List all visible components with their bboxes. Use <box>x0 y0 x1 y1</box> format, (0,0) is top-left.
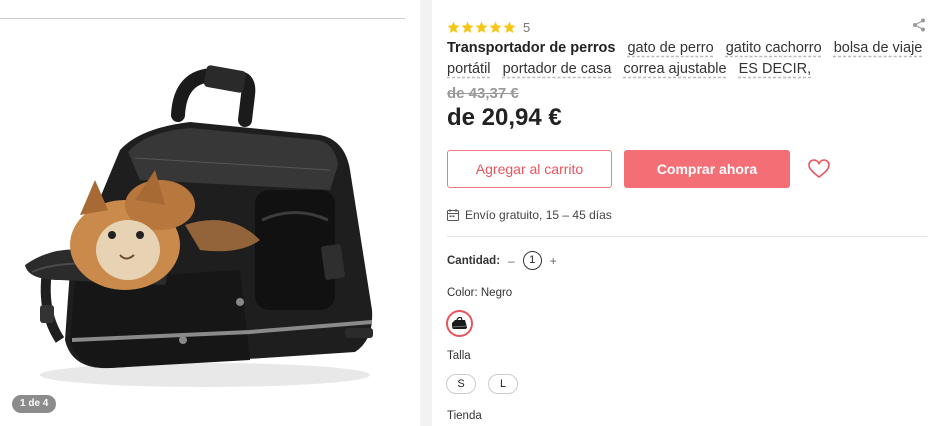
size-label: Talla <box>447 350 471 362</box>
black-carrier-bag-swatch-icon <box>451 317 468 329</box>
product-rating[interactable]: 5 <box>447 20 530 35</box>
image-page-indicator: 1 de 4 <box>12 395 57 413</box>
rating-count[interactable]: 5 <box>523 20 530 35</box>
buy-now-button[interactable]: Comprar ahora <box>624 150 790 188</box>
shipping-text: Envío gratuito, 15 – 45 días <box>465 208 612 222</box>
gallery-top-divider <box>0 18 405 19</box>
current-price: de 20,94 € <box>447 104 562 131</box>
section-divider <box>447 236 927 237</box>
color-label: Color: Negro <box>447 287 513 299</box>
quantity-value[interactable]: 1 <box>522 251 542 270</box>
star-icon <box>475 21 488 33</box>
star-icon <box>503 21 516 33</box>
size-option-s[interactable]: S <box>446 374 476 394</box>
color-swatch-negro[interactable] <box>446 310 473 337</box>
shipping-info: Envío gratuito, 15 – 45 días <box>447 208 612 222</box>
product-info-panel: 5 Transportador de perros gato de perro … <box>432 0 934 426</box>
quantity-stepper: Cantidad: – 1 + <box>447 251 565 270</box>
store-label: Tienda <box>447 410 482 422</box>
product-gallery: 1 de 4 <box>0 0 420 426</box>
share-icon[interactable] <box>912 18 926 32</box>
calendar-icon <box>447 209 459 221</box>
heart-icon[interactable] <box>808 159 830 179</box>
product-page: 1 de 4 5 Transportador de perros gato de… <box>0 0 934 426</box>
add-to-cart-button[interactable]: Agregar al carrito <box>447 150 612 188</box>
quantity-decrease-button[interactable]: – <box>508 254 515 268</box>
title-tag[interactable]: gatito cachorro <box>726 40 822 56</box>
title-tag[interactable]: correa ajustable <box>623 61 726 77</box>
size-option-l[interactable]: L <box>488 374 518 394</box>
quantity-label: Cantidad: <box>447 254 501 267</box>
star-icon <box>461 21 474 33</box>
original-price: de 43,37 € <box>447 85 519 102</box>
star-icon <box>489 21 502 33</box>
title-tag[interactable]: gato de perro <box>627 40 713 56</box>
quantity-increase-button[interactable]: + <box>550 254 557 268</box>
title-tag[interactable]: ES DECIR, <box>739 61 812 77</box>
product-title: Transportador de perros gato de perro ga… <box>447 38 925 80</box>
title-tag[interactable]: portador de casa <box>503 61 612 77</box>
star-icon <box>447 21 460 33</box>
product-title-main: Transportador de perros <box>447 40 616 56</box>
product-image[interactable] <box>0 40 420 400</box>
